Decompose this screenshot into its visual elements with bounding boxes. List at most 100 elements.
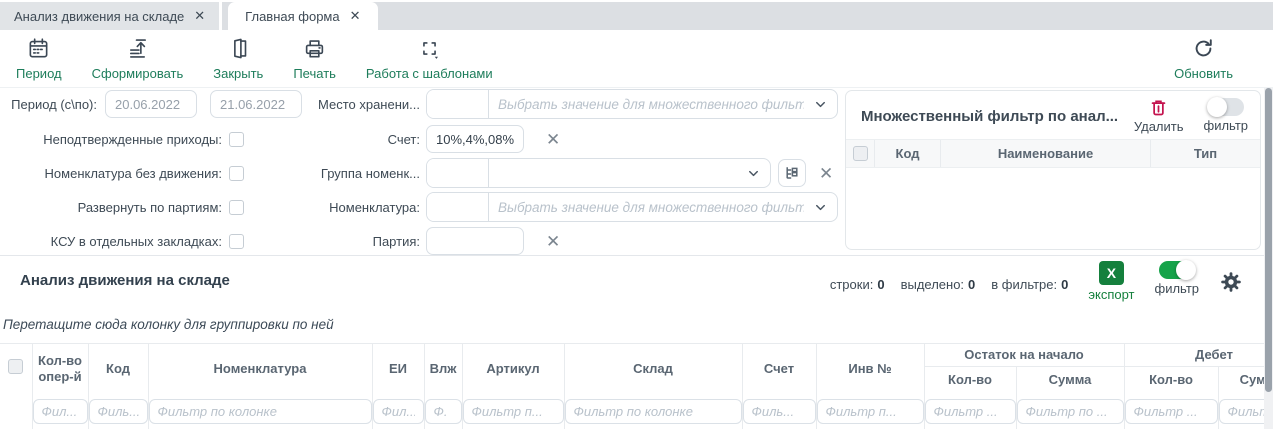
- export-button[interactable]: X экспорт: [1088, 261, 1134, 302]
- column-filter-input[interactable]: [743, 399, 816, 424]
- close-icon[interactable]: ✕: [194, 8, 205, 24]
- column-header-unit[interactable]: ЕИ: [372, 344, 424, 394]
- nomenclature-label: Номенклатура:: [230, 200, 420, 215]
- column-header-ops-count[interactable]: Кол-во опер-й: [32, 344, 88, 394]
- column-filter-input[interactable]: [33, 399, 88, 424]
- tab-label: Анализ движения на складе: [14, 9, 184, 24]
- delete-button[interactable]: Удалить: [1134, 98, 1184, 134]
- tab-label: Главная форма: [245, 9, 339, 24]
- column-filter-input[interactable]: [565, 399, 742, 424]
- column-header-qty-debit[interactable]: Кол-во: [1124, 367, 1218, 394]
- clear-icon[interactable]: ✕: [546, 131, 560, 148]
- select-all-cell: [0, 344, 32, 394]
- panel-filter-toggle-label: фильтр: [1204, 118, 1248, 133]
- period-button[interactable]: Период: [16, 37, 62, 81]
- nomenclature-value-input[interactable]: [489, 193, 813, 221]
- select-all-checkbox[interactable]: [853, 146, 868, 161]
- tree-icon: [784, 165, 800, 181]
- column-filter-input[interactable]: [1125, 399, 1218, 424]
- account-label: Счет:: [230, 132, 420, 147]
- period-from-input[interactable]: [105, 90, 197, 118]
- multi-filter-panel: Множественный фильтр по анал... Удалить …: [845, 90, 1261, 250]
- column-filter-input[interactable]: [463, 399, 564, 424]
- unconfirmed-receipts-label: Неподтвержденные приходы:: [0, 132, 222, 147]
- column-filter-input[interactable]: [817, 399, 924, 424]
- chevron-down-icon[interactable]: [813, 97, 828, 112]
- calendar-icon: [27, 37, 50, 63]
- nomen-group-code-input[interactable]: [427, 159, 489, 187]
- column-header-inv-no[interactable]: Инв №: [816, 344, 924, 394]
- expand-batches-label: Развернуть по партиям:: [0, 200, 222, 215]
- storage-combo[interactable]: [426, 89, 838, 119]
- column-header-nomenclature[interactable]: Номенклатура: [148, 344, 372, 394]
- select-all-checkbox[interactable]: [8, 359, 23, 374]
- toolbar: Период Сформировать Закрыть Печать Работ…: [0, 30, 1273, 88]
- column-header-account[interactable]: Счет: [742, 344, 816, 394]
- close-form-button[interactable]: Закрыть: [213, 37, 263, 81]
- nomenclature-combo[interactable]: [426, 192, 838, 222]
- print-button[interactable]: Печать: [293, 37, 336, 81]
- grid-filter-toggle[interactable]: [1159, 261, 1195, 279]
- column-header-type[interactable]: Тип: [1150, 140, 1260, 167]
- selected-stat: выделено:0: [901, 277, 976, 292]
- column-filter-input[interactable]: [425, 399, 462, 424]
- nomen-group-value-input[interactable]: [489, 159, 746, 187]
- checkbox-row-ksu-tabs: КСУ в отдельных закладках:: [0, 226, 244, 256]
- generate-button-label: Сформировать: [92, 66, 184, 81]
- column-filter-input[interactable]: [373, 399, 424, 424]
- chevron-down-icon[interactable]: [746, 166, 761, 181]
- close-icon[interactable]: ✕: [350, 8, 361, 24]
- column-header-qty-open[interactable]: Кол-во: [924, 367, 1016, 394]
- tab-main-form[interactable]: Главная форма ✕: [228, 2, 377, 30]
- tree-select-button[interactable]: [778, 159, 806, 187]
- column-filter-input[interactable]: [89, 399, 148, 424]
- templates-button-label: Работа с шаблонами: [366, 66, 493, 81]
- grid-filter-toggle-label: фильтр: [1155, 281, 1199, 296]
- column-header-name[interactable]: Наименование: [940, 140, 1150, 167]
- column-header-code[interactable]: Код: [88, 344, 148, 394]
- door-exit-icon: [227, 37, 250, 63]
- grid-filter-toggle-block: фильтр: [1155, 261, 1199, 296]
- column-header-code[interactable]: Код: [874, 140, 940, 167]
- data-grid: Кол-во опер-й Код Номенклатура ЕИ Влж Ар…: [0, 343, 1273, 429]
- column-header-sum-open[interactable]: Сумма: [1016, 367, 1124, 394]
- rows-stat: строки:0: [830, 277, 885, 292]
- refresh-button[interactable]: Обновить: [1174, 37, 1233, 81]
- print-button-label: Печать: [293, 66, 336, 81]
- batch-input[interactable]: [426, 227, 524, 255]
- column-filter-input[interactable]: [149, 399, 372, 424]
- account-input[interactable]: [426, 125, 524, 153]
- grid-controls: строки:0 выделено:0 в фильтре:0 X экспор…: [830, 261, 1243, 302]
- column-filter-input[interactable]: [1017, 399, 1124, 424]
- templates-button[interactable]: Работа с шаблонами: [366, 37, 493, 81]
- multi-filter-table-header: Код Наименование Тип: [846, 139, 1260, 168]
- clear-icon[interactable]: ✕: [546, 233, 560, 250]
- nomen-group-combo[interactable]: [426, 158, 771, 188]
- select-all-cell: [846, 140, 874, 167]
- tab-bar: Анализ движения на складе ✕ Главная форм…: [0, 0, 1273, 30]
- account-row: Счет: ✕: [230, 124, 560, 154]
- column-header-vlzh[interactable]: Влж: [424, 344, 462, 394]
- filtered-stat: в фильтре:0: [991, 277, 1068, 292]
- storage-value-input[interactable]: [489, 90, 813, 118]
- filter-toggle[interactable]: [1208, 98, 1244, 116]
- generate-button[interactable]: Сформировать: [92, 37, 184, 81]
- period-label: Период (с\по):: [0, 97, 97, 112]
- checkbox-row-expand-batches: Развернуть по партиям:: [0, 192, 244, 222]
- toggle-knob: [1176, 260, 1196, 280]
- column-filter-input[interactable]: [925, 399, 1016, 424]
- settings-gear-icon[interactable]: [1219, 270, 1243, 297]
- multi-filter-title: Множественный фильтр по анал...: [861, 108, 1134, 125]
- storage-code-input[interactable]: [427, 90, 489, 118]
- tab-warehouse-analysis[interactable]: Анализ движения на складе ✕: [0, 2, 222, 30]
- vertical-scrollbar[interactable]: [1264, 88, 1273, 429]
- nomen-group-label: Группа номенк...: [230, 166, 420, 181]
- clear-icon[interactable]: ✕: [819, 165, 833, 182]
- scrollbar-thumb[interactable]: [1265, 88, 1272, 392]
- nomenclature-code-input[interactable]: [427, 193, 489, 221]
- column-header-article[interactable]: Артикул: [462, 344, 564, 394]
- group-header-opening-balance: Остаток на начало: [924, 344, 1124, 367]
- column-header-warehouse[interactable]: Склад: [564, 344, 742, 394]
- chevron-down-icon[interactable]: [813, 200, 828, 215]
- toggle-knob: [1207, 97, 1227, 117]
